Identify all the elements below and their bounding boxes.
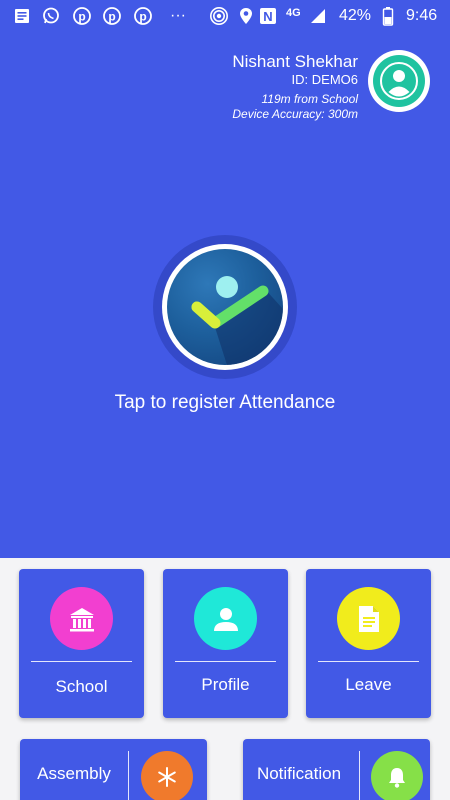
user-id: ID: DEMO6: [291, 72, 358, 87]
card-divider: [359, 751, 360, 800]
avatar[interactable]: [368, 50, 430, 112]
nfc-icon: N: [258, 6, 278, 26]
svg-text:p: p: [78, 10, 85, 24]
device-accuracy: Device Accuracy: 300m: [232, 107, 358, 121]
attendance-check-icon[interactable]: [167, 249, 283, 365]
profile-card[interactable]: Profile: [163, 569, 288, 718]
hotspot-icon: [209, 6, 229, 26]
school-label: School: [55, 677, 108, 696]
svg-text:p: p: [139, 10, 146, 24]
leave-card[interactable]: Leave: [306, 569, 431, 718]
location-icon: [236, 6, 256, 26]
user-avatar-icon: [373, 55, 425, 107]
svg-text:N: N: [263, 9, 272, 24]
pinterest-icon: p: [102, 6, 122, 26]
assembly-card[interactable]: Assembly: [20, 739, 207, 800]
battery-icon: [378, 6, 398, 26]
status-bar: p p p ··· N 4G 42% 9:46: [0, 0, 450, 32]
school-card[interactable]: School: [19, 569, 144, 718]
card-divider: [128, 751, 129, 800]
distance-from-school: 119m from School: [261, 92, 359, 106]
card-divider: [31, 661, 132, 662]
school-icon: [50, 587, 113, 650]
news-icon: [12, 6, 32, 26]
snowflake-icon: [141, 751, 193, 800]
user-info: Nishant Shekhar ID: DEMO6 119m from Scho…: [232, 52, 358, 122]
profile-label: Profile: [201, 675, 250, 694]
card-divider: [318, 661, 419, 662]
card-divider: [175, 661, 276, 662]
network-type: 4G: [286, 7, 301, 19]
pinterest-icon: p: [72, 6, 92, 26]
leave-label: Leave: [345, 675, 392, 694]
bell-icon: [371, 751, 423, 800]
person-icon: [194, 587, 257, 650]
overflow-indicator: ···: [170, 7, 186, 24]
assembly-label: Assembly: [37, 764, 111, 783]
whatsapp-icon: [41, 6, 61, 26]
clock: 9:46: [406, 7, 438, 24]
notification-label: Notification: [256, 764, 342, 783]
notification-card[interactable]: Notification: [243, 739, 430, 800]
user-name: Nishant Shekhar: [232, 52, 358, 71]
document-icon: [337, 587, 400, 650]
svg-text:p: p: [108, 10, 115, 24]
signal-icon: [308, 6, 328, 26]
battery-percent: 42%: [339, 7, 372, 24]
pinterest-icon: p: [133, 6, 153, 26]
attendance-label[interactable]: Tap to register Attendance: [0, 392, 450, 414]
